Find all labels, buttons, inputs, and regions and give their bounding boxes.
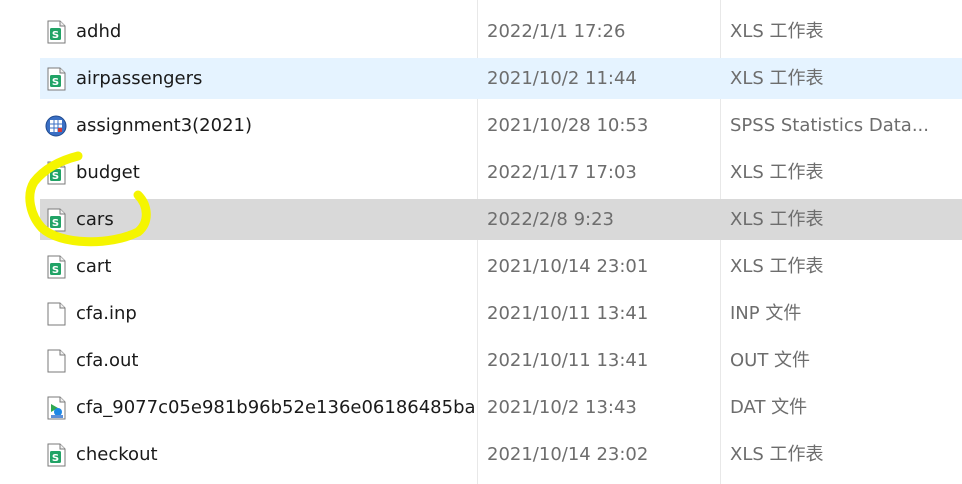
file-name: airpassengers	[76, 68, 203, 89]
file-name: cart	[76, 256, 112, 277]
file-row[interactable]: Scheckout 2021/10/14 23:02 XLS 工作表	[0, 431, 962, 478]
file-type: XLS 工作表	[730, 68, 824, 89]
svg-text:S: S	[52, 171, 59, 182]
generic-file-icon	[45, 302, 67, 326]
file-type: XLS 工作表	[730, 444, 824, 465]
svg-text:S: S	[52, 218, 59, 229]
file-type: DAT 文件	[730, 397, 808, 418]
file-modified-date: 2021/10/28 10:53	[487, 115, 649, 136]
file-type: XLS 工作表	[730, 21, 824, 42]
file-row[interactable]: cfa.inp 2021/10/11 13:41 INP 文件	[0, 290, 962, 337]
file-name: budget	[76, 162, 140, 183]
file-type: INP 文件	[730, 303, 802, 324]
file-name: cfa.inp	[76, 303, 137, 324]
xls-icon: S	[45, 20, 67, 44]
file-name: adhd	[76, 21, 122, 42]
file-type: XLS 工作表	[730, 209, 824, 230]
media-file-icon	[45, 396, 67, 420]
file-modified-date: 2022/1/17 17:03	[487, 162, 637, 183]
xls-icon: S	[45, 443, 67, 467]
file-list-view: Sadhd 2022/1/1 17:26 XLS 工作表 Sairpassengers…	[0, 0, 962, 484]
file-modified-date: 2022/1/1 17:26	[487, 21, 626, 42]
file-modified-date: 2022/2/8 9:23	[487, 209, 614, 230]
file-list: Sadhd 2022/1/1 17:26 XLS 工作表 Sairpassengers…	[0, 8, 962, 478]
file-modified-date: 2021/10/14 23:02	[487, 444, 649, 465]
spss-data-icon	[45, 114, 67, 138]
svg-text:S: S	[52, 30, 59, 41]
file-name: cars	[76, 209, 114, 230]
file-row[interactable]: Sairpassengers 2021/10/2 11:44 XLS 工作表	[0, 55, 962, 102]
file-type: XLS 工作表	[730, 162, 824, 183]
generic-file-icon	[45, 349, 67, 373]
file-modified-date: 2021/10/11 13:41	[487, 303, 649, 324]
file-name: cfa_9077c05e981b96b52e136e06186485ba	[76, 397, 476, 418]
file-row[interactable]: Sbudget 2022/1/17 17:03 XLS 工作表	[0, 149, 962, 196]
svg-text:S: S	[52, 265, 59, 276]
file-name: cfa.out	[76, 350, 139, 371]
xls-icon: S	[45, 208, 67, 232]
file-row[interactable]: assignment3(2021) 2021/10/28 10:53 SPSS St…	[0, 102, 962, 149]
file-row[interactable]: Scars 2022/2/8 9:23 XLS 工作表	[0, 196, 962, 243]
file-modified-date: 2021/10/14 23:01	[487, 256, 649, 277]
file-type: XLS 工作表	[730, 256, 824, 277]
file-row[interactable]: cfa.out 2021/10/11 13:41 OUT 文件	[0, 337, 962, 384]
file-type: SPSS Statistics Data...	[730, 115, 930, 136]
file-name: checkout	[76, 444, 158, 465]
xls-icon: S	[45, 255, 67, 279]
file-modified-date: 2021/10/11 13:41	[487, 350, 649, 371]
file-row[interactable]: Scart 2021/10/14 23:01 XLS 工作表	[0, 243, 962, 290]
file-row[interactable]: Sadhd 2022/1/1 17:26 XLS 工作表	[0, 8, 962, 55]
svg-text:S: S	[52, 77, 59, 88]
xls-icon: S	[45, 67, 67, 91]
file-modified-date: 2021/10/2 13:43	[487, 397, 637, 418]
xls-icon: S	[45, 161, 67, 185]
file-modified-date: 2021/10/2 11:44	[487, 68, 637, 89]
file-row[interactable]: cfa_9077c05e981b96b52e136e06186485ba 2021…	[0, 384, 962, 431]
file-type: OUT 文件	[730, 350, 811, 371]
file-name: assignment3(2021)	[76, 115, 253, 136]
svg-text:S: S	[52, 453, 59, 464]
